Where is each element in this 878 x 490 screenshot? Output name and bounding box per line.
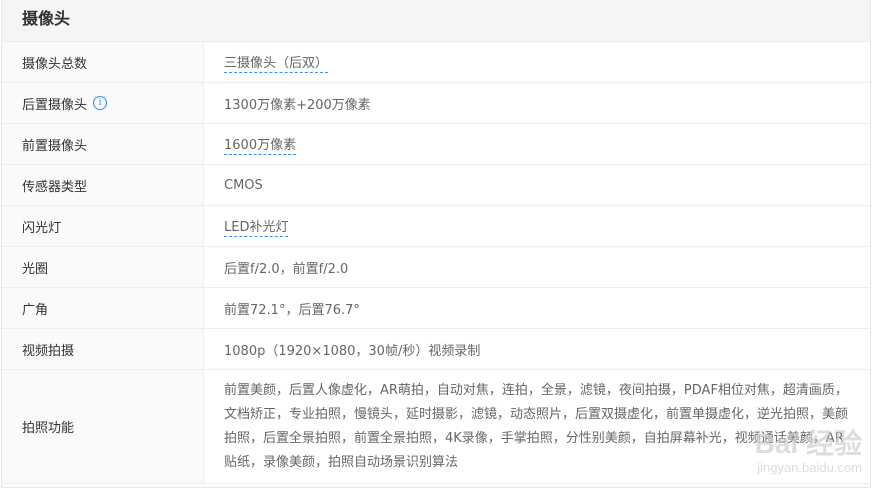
spec-row-front-camera: 前置摄像头 1600万像素 (2, 124, 870, 165)
spec-row-aperture: 光圈 后置f/2.0，前置f/2.0 (2, 247, 870, 288)
spec-row-wide-angle: 广角 前置72.1°，后置76.7° (2, 288, 870, 329)
spec-row-sensor-type: 传感器类型 CMOS (2, 165, 870, 206)
spec-label: 传感器类型 (2, 165, 204, 205)
spec-value-link[interactable]: LED补光灯 (224, 216, 289, 237)
spec-value: 1300万像素+200万像素 (224, 97, 371, 113)
spec-value: 前置美颜，后置人像虚化，AR萌拍，自动对焦，连拍，全景，滤镜，夜间拍摄，PDAF… (224, 382, 849, 470)
spec-label: 前置摄像头 (2, 124, 204, 164)
spec-value: CMOS (224, 177, 263, 193)
info-icon[interactable]: i (93, 96, 108, 110)
spec-label: 摄像头总数 (2, 42, 204, 82)
spec-value-link[interactable]: 1600万像素 (224, 134, 297, 155)
spec-row-camera-count: 摄像头总数 三摄像头（后双） (2, 42, 870, 83)
spec-label: 拍照功能 (2, 370, 204, 483)
spec-row-video: 视频拍摄 1080p（1920×1080，30帧/秒）视频录制 (2, 329, 870, 370)
spec-value: 1600万像素 (204, 124, 870, 164)
spec-value: 前置72.1°，后置76.7° (224, 302, 360, 318)
spec-value-link[interactable]: 三摄像头（后双） (224, 52, 329, 73)
spec-label: 后置摄像头 i (2, 83, 204, 123)
spec-value: LED补光灯 (204, 206, 870, 246)
spec-label: 闪光灯 (2, 206, 204, 246)
spec-row-flash: 闪光灯 LED补光灯 (2, 206, 870, 247)
spec-label: 广角 (2, 288, 204, 328)
spec-value: 三摄像头（后双） (204, 42, 870, 82)
spec-label: 视频拍摄 (2, 329, 204, 369)
spec-value: 后置f/2.0，前置f/2.0 (224, 261, 349, 277)
spec-label-text: 后置摄像头 (22, 97, 88, 113)
spec-table: 摄像头 摄像头总数 三摄像头（后双） 后置摄像头 i 1300万像素+200万像… (1, 0, 871, 488)
spec-row-rear-camera: 后置摄像头 i 1300万像素+200万像素 (2, 83, 870, 124)
spec-row-photo-features: 拍照功能 前置美颜，后置人像虚化，AR萌拍，自动对焦，连拍，全景，滤镜，夜间拍摄… (2, 370, 870, 484)
spec-label: 光圈 (2, 247, 204, 287)
section-title: 摄像头 (2, 0, 870, 42)
spec-value: 1080p（1920×1080，30帧/秒）视频录制 (224, 343, 481, 359)
